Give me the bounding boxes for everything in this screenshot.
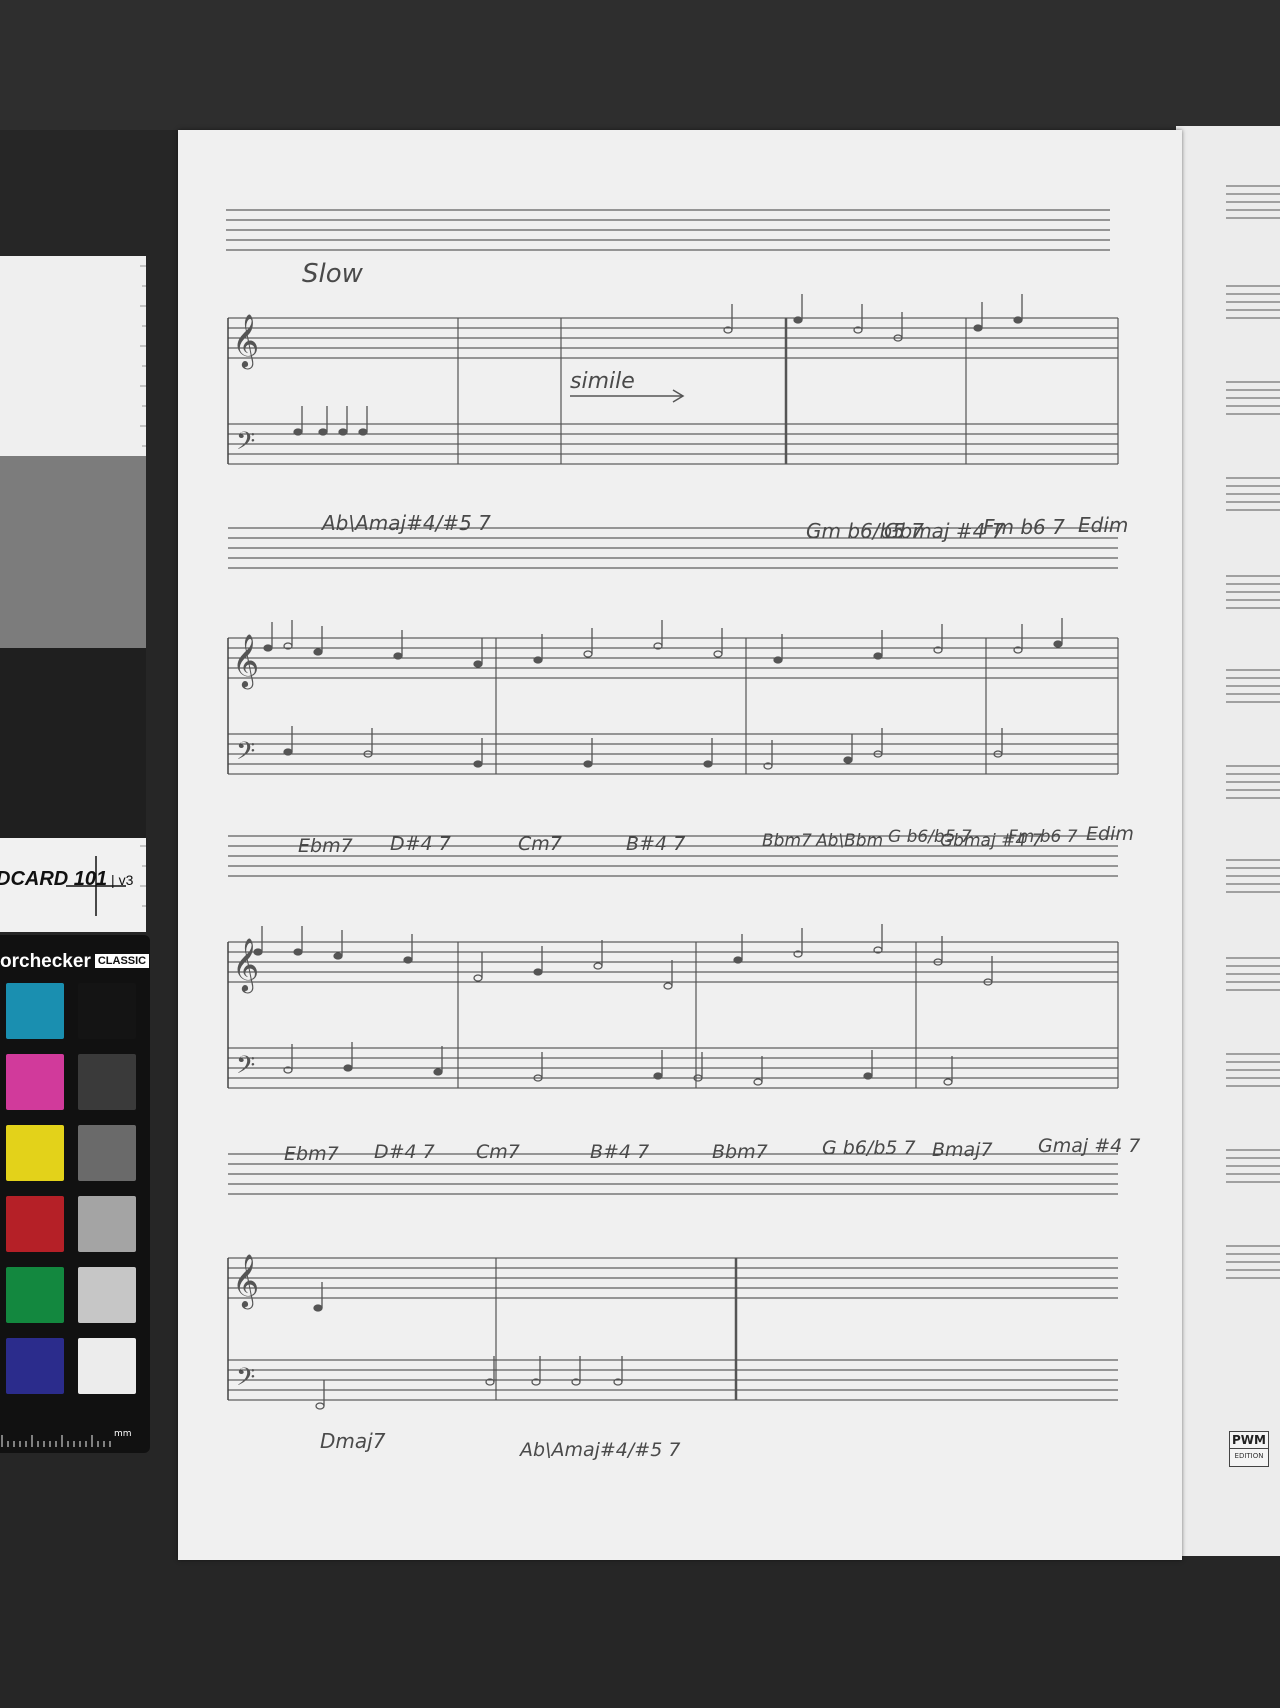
notehead bbox=[943, 1078, 953, 1086]
notehead bbox=[533, 656, 543, 664]
notehead bbox=[593, 962, 603, 970]
notehead bbox=[343, 1064, 353, 1072]
notehead bbox=[313, 648, 323, 656]
target-card-label: DCARD 101 | v3 bbox=[0, 868, 134, 890]
publisher-mark-title: PWM bbox=[1232, 1433, 1266, 1447]
color-checker: orchecker CLASSIC mm bbox=[0, 935, 150, 1453]
chord-b4: B#4 7 bbox=[626, 833, 685, 855]
publisher-mark-subtitle: EDITION bbox=[1230, 1448, 1268, 1463]
treble-clef-icon: 𝄞 bbox=[232, 633, 259, 689]
color-swatch bbox=[6, 1338, 64, 1394]
mm-unit-label: mm bbox=[114, 1429, 132, 1439]
chord-g-b6-3: G b6/b5 7 bbox=[822, 1137, 916, 1159]
chord-d4: D#4 7 bbox=[390, 833, 451, 855]
chord-edim-2: Edim bbox=[1086, 823, 1134, 845]
notehead bbox=[583, 760, 593, 768]
treble-clef-icon: 𝄞 bbox=[232, 937, 259, 993]
notehead bbox=[793, 316, 803, 324]
chord-gmaj-3: Gmaj #4 7 bbox=[1038, 1135, 1140, 1157]
notehead bbox=[253, 948, 263, 956]
gray-swatch bbox=[78, 1054, 136, 1110]
gray-swatch bbox=[78, 983, 136, 1039]
chord-ab-bbm: Ab\Bbm bbox=[815, 831, 883, 851]
notehead bbox=[733, 956, 743, 964]
next-page-staves bbox=[1226, 185, 1280, 1279]
gray-swatch bbox=[78, 1196, 136, 1252]
chord-ab-amaj: Ab\Amaj#4/#5 7 bbox=[320, 511, 491, 535]
chord-ebm7: Ebm7 bbox=[298, 835, 353, 857]
notehead bbox=[703, 760, 713, 768]
notehead bbox=[283, 748, 293, 756]
black-patch bbox=[0, 648, 146, 838]
notehead bbox=[843, 756, 853, 764]
gray-swatch bbox=[78, 1267, 136, 1323]
notehead bbox=[338, 428, 348, 436]
notehead bbox=[873, 652, 883, 660]
notehead bbox=[358, 428, 368, 436]
background bbox=[0, 0, 1280, 130]
chord-b4-3: B#4 7 bbox=[590, 1141, 649, 1163]
notehead bbox=[318, 428, 328, 436]
notehead bbox=[773, 656, 783, 664]
chord-cm7: Cm7 bbox=[518, 833, 562, 855]
notehead bbox=[863, 1072, 873, 1080]
chord-d4-3: D#4 7 bbox=[374, 1141, 435, 1163]
notehead bbox=[583, 650, 593, 658]
treble-clef-icon: 𝄞 bbox=[232, 1253, 259, 1309]
notehead bbox=[313, 1304, 323, 1312]
target-ruler bbox=[140, 265, 146, 907]
bass-clef-icon: 𝄢 bbox=[236, 427, 255, 462]
color-swatch bbox=[6, 1054, 64, 1110]
chord-bbm7-3: Bbm7 bbox=[712, 1141, 768, 1163]
color-swatch bbox=[6, 1125, 64, 1181]
chord-fm-2: Fm b6 7 bbox=[1008, 827, 1078, 847]
chord-bmaj7-3: Bmaj7 bbox=[932, 1139, 993, 1161]
publisher-mark: PWM EDITION bbox=[1229, 1431, 1269, 1467]
notehead bbox=[403, 956, 413, 964]
chord-ebm7-3: Ebm7 bbox=[284, 1143, 339, 1165]
notehead bbox=[473, 660, 483, 668]
notehead bbox=[1013, 316, 1023, 324]
color-swatch bbox=[6, 1267, 64, 1323]
white-patch bbox=[0, 256, 146, 456]
chord-cm7-3: Cm7 bbox=[476, 1141, 520, 1163]
gray-swatch bbox=[78, 1125, 136, 1181]
gray-target-card: DCARD 101 | v3 bbox=[0, 256, 146, 932]
notehead bbox=[473, 974, 483, 982]
next-page-edge bbox=[1176, 126, 1280, 1556]
chord-dmaj7: Dmaj7 bbox=[320, 1429, 386, 1453]
notehead bbox=[333, 952, 343, 960]
score-canvas: 𝄞𝄢𝄞𝄢𝄞𝄢𝄞𝄢 Slow simile Ab\Amaj#4/#5 7 Gm b… bbox=[226, 209, 1140, 1461]
chord-ab-amaj-2: Ab\Amaj#4/#5 7 bbox=[518, 1439, 680, 1461]
treble-clef-icon: 𝄞 bbox=[232, 313, 259, 369]
notehead bbox=[653, 1072, 663, 1080]
color-swatch bbox=[6, 983, 64, 1039]
chord-bbm7: Bbm7 bbox=[762, 831, 812, 851]
gray-patch bbox=[0, 456, 146, 648]
notehead bbox=[1053, 640, 1063, 648]
notehead bbox=[713, 650, 723, 658]
notehead bbox=[315, 1402, 325, 1410]
chord-edim: Edim bbox=[1078, 513, 1128, 537]
color-checker-brand: orchecker CLASSIC bbox=[0, 951, 150, 973]
notehead bbox=[663, 982, 673, 990]
bass-clef-icon: 𝄢 bbox=[236, 1051, 255, 1086]
notehead bbox=[473, 760, 483, 768]
notehead bbox=[433, 1068, 443, 1076]
bass-clef-icon: 𝄢 bbox=[236, 1363, 255, 1398]
tempo-marking: Slow bbox=[302, 259, 364, 289]
color-swatch bbox=[6, 1196, 64, 1252]
notehead bbox=[293, 428, 303, 436]
notehead bbox=[753, 1078, 763, 1086]
notehead bbox=[973, 324, 983, 332]
manuscript-page: 𝄞 𝄢 𝄞 𝄢 𝄞 𝄢 𝄞 𝄢 Slow simile Ab\Amaj#4/#5 7 Gm b… bbox=[178, 130, 1182, 1560]
chord-fm: Fm b6 7 bbox=[983, 515, 1065, 539]
simile-marking: simile bbox=[570, 369, 635, 394]
gray-swatch bbox=[78, 1338, 136, 1394]
bass-clef-icon: 𝄢 bbox=[236, 737, 255, 772]
notehead bbox=[293, 948, 303, 956]
notehead bbox=[533, 968, 543, 976]
notehead bbox=[393, 652, 403, 660]
notehead bbox=[263, 644, 273, 652]
